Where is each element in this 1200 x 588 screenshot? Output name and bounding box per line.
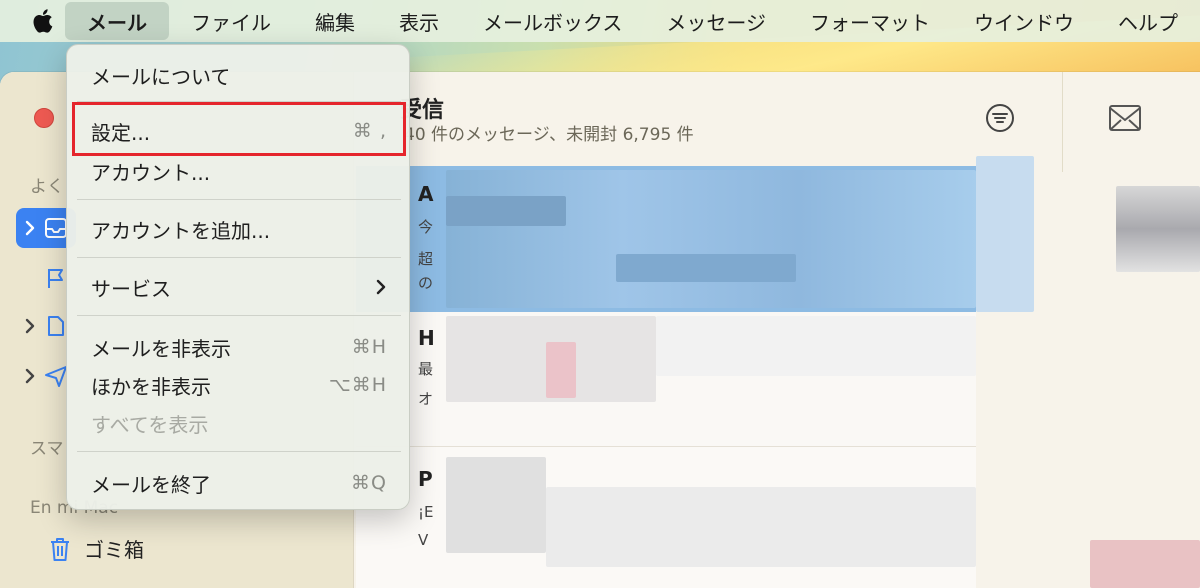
chevron-right-icon[interactable] <box>24 318 36 334</box>
menu-item-label: すべてを表示 <box>91 412 209 437</box>
menu-item-label: メールを終了 <box>91 472 211 497</box>
inbox-icon <box>45 218 67 238</box>
chevron-right-icon <box>376 279 386 295</box>
menu-item-quit-mail[interactable]: メールを終了 ⌘Q <box>67 465 411 501</box>
pixelated-content <box>616 254 796 282</box>
trash-icon <box>51 537 69 561</box>
menu-item-label: メールを非表示 <box>91 336 231 361</box>
menu-item-show-all: すべてを表示 <box>67 405 411 441</box>
menu-item-label: メールについて <box>91 64 231 89</box>
sidebar-section-favorites: よく <box>30 177 64 197</box>
menu-item-hide-others[interactable]: ほかを非表示 ⌥⌘H <box>67 367 411 403</box>
menu-separator <box>77 101 401 102</box>
mail-menu-dropdown: メールについて 設定... ⌘ , アカウント... アカウントを追加... サ… <box>66 44 410 510</box>
message-preview: V <box>418 531 429 549</box>
message-sender: P <box>418 467 433 491</box>
paper-plane-icon <box>45 366 67 387</box>
menu-help[interactable]: ヘルプ <box>1096 0 1200 42</box>
pixelated-content <box>446 170 976 308</box>
menu-separator <box>77 451 401 452</box>
message-subject: 最 <box>418 360 434 378</box>
menu-message[interactable]: メッセージ <box>644 0 788 42</box>
message-row-selected[interactable]: A 今 超 の <box>356 166 976 312</box>
menu-edit[interactable]: 編集 <box>293 0 377 42</box>
message-subject: 今 <box>418 218 434 236</box>
document-icon <box>48 316 64 336</box>
menu-format[interactable]: フォーマット <box>788 0 952 42</box>
shortcut-label: ⌘Q <box>351 472 387 494</box>
menu-item-label: アカウント... <box>91 160 211 185</box>
message-subject: ¡E <box>418 503 434 521</box>
flag-icon <box>48 269 63 288</box>
menu-bar: メール ファイル 編集 表示 メールボックス メッセージ フォーマット ウインド… <box>0 0 1200 42</box>
chevron-right-icon[interactable] <box>24 368 36 384</box>
pixelated-content <box>976 156 1034 312</box>
filter-icon[interactable] <box>984 102 1016 134</box>
message-sender: A <box>418 182 434 206</box>
pixelated-content <box>446 196 566 226</box>
apple-icon[interactable] <box>20 0 65 42</box>
menu-item-label: 設定... <box>91 120 151 145</box>
menu-item-hide-mail[interactable]: メールを非表示 ⌘H <box>67 329 411 365</box>
message-preview: オ <box>418 390 434 408</box>
shortcut-label: ⌘H <box>351 336 387 358</box>
menu-separator <box>77 315 401 316</box>
shortcut-label: ⌘ , <box>352 120 387 142</box>
chevron-right-icon[interactable] <box>24 220 36 236</box>
compose-envelope-icon[interactable] <box>1108 104 1142 132</box>
message-sender: H <box>418 326 435 350</box>
message-preview: 超 <box>418 250 434 268</box>
sidebar-section-smart: スマ <box>30 439 64 459</box>
shortcut-label: ⌥⌘H <box>328 374 387 396</box>
message-row[interactable]: P ¡E V <box>356 446 976 588</box>
menu-separator <box>77 257 401 258</box>
pixelated-content <box>656 316 976 376</box>
menu-item-services[interactable]: サービス <box>67 269 411 305</box>
menu-file[interactable]: ファイル <box>169 0 293 42</box>
message-row[interactable]: H 最 オ <box>356 312 976 446</box>
pixelated-content <box>446 457 546 553</box>
menu-mail[interactable]: メール <box>64 2 169 40</box>
menu-item-label: サービス <box>91 276 171 301</box>
pixelated-content <box>1116 186 1200 272</box>
sidebar-item-trash[interactable]: ゴミ箱 <box>48 534 144 563</box>
pixelated-content <box>546 487 976 567</box>
menu-mailbox[interactable]: メールボックス <box>461 0 644 42</box>
pixelated-content <box>1090 540 1200 588</box>
menu-item-add-account[interactable]: アカウントを追加... <box>67 211 411 247</box>
menu-window[interactable]: ウインドウ <box>952 0 1096 42</box>
menu-item-about-mail[interactable]: メールについて <box>67 57 411 93</box>
menu-item-settings[interactable]: 設定... ⌘ , <box>67 113 411 149</box>
menu-item-accounts[interactable]: アカウント... <box>67 153 411 189</box>
pixelated-content <box>546 342 576 398</box>
menu-item-label: ほかを非表示 <box>91 374 211 399</box>
mailbox-subtitle: 40 件のメッセージ、未開封 6,795 件 <box>404 125 694 145</box>
menu-item-label: アカウントを追加... <box>91 218 271 243</box>
close-window-button[interactable] <box>34 108 54 128</box>
sidebar-item-label: ゴミ箱 <box>84 538 144 562</box>
menu-separator <box>77 199 401 200</box>
message-preview-2: の <box>418 274 434 292</box>
menu-view[interactable]: 表示 <box>377 0 461 42</box>
toolbar-divider <box>1062 72 1063 172</box>
